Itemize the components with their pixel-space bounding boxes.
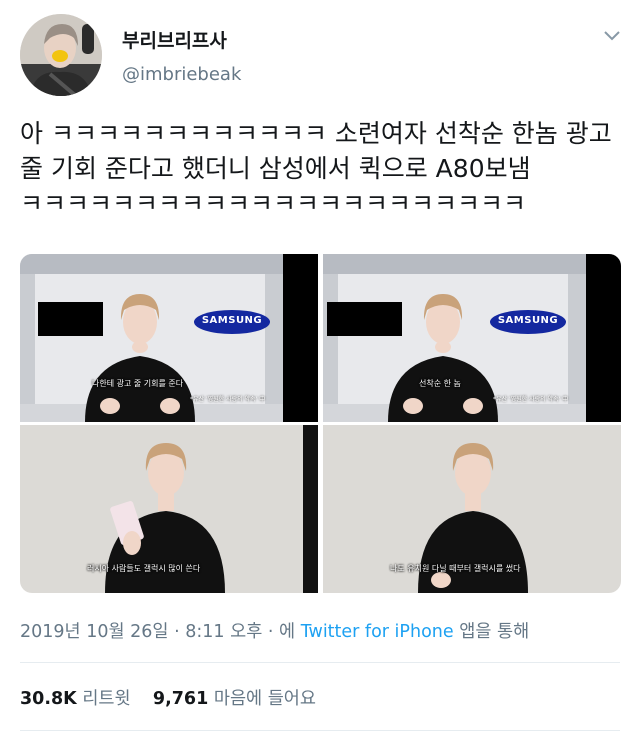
via-suffix: 앱을 통해 [459,622,530,642]
tweet-stats: 30.8K 리트윗 9,761 마음에 들어요 [20,685,316,710]
retweet-count: 30.8K [20,689,77,709]
user-handle[interactable]: @imbriebeak [122,64,241,85]
meta-separator: · [174,622,180,642]
samsung-logo: SAMSUNG [201,315,263,326]
tweet-date[interactable]: 2019년 10월 26일 [20,622,169,642]
retweet-count-link[interactable]: 30.8K 리트윗 [20,689,131,709]
source-app-link[interactable]: Twitter for iPhone [301,622,454,642]
divider [20,730,620,731]
tweet-time[interactable]: 8:11 오후 [185,622,262,642]
media-subtitle: 나한테 광고 줄 기회를 준다 [92,379,184,388]
chevron-down-icon[interactable] [602,28,622,42]
media-image-4[interactable]: 나도 유치원 다닐 때부터 갤럭시를 썼다 [323,425,621,593]
media-subtitle: 선착순 한 놈 [419,379,461,388]
display-name[interactable]: 부리브리프사 [122,26,227,53]
media-image-1[interactable]: SAMSUNG 나한테 광고 줄 기회를 준다 *유산 '영원한 사랑의 약속'… [20,254,318,422]
divider [20,662,620,663]
samsung-logo: SAMSUNG [497,315,559,326]
tweet-meta: 2019년 10월 26일 · 8:11 오후 · 에 Twitter for … [20,618,529,643]
via-prefix: 에 [279,622,296,642]
media-subtitle: 러시아 사람들도 갤럭시 많이 쓴다 [87,564,201,573]
media-source-caption: *유산 '영원한 사랑의 약속' 中 [190,396,266,403]
tweet-text: 아 ㅋㅋㅋㅋㅋㅋㅋㅋㅋㅋㅋㅋ 소련여자 선착순 한놈 광고 줄 기회 준다고 했… [20,119,612,218]
media-subtitle: 나도 유치원 다닐 때부터 갤럭시를 썼다 [390,564,521,573]
media-image-2[interactable]: SAMSUNG 선착순 한 놈 *유산 '영원한 사랑의 약속' 中 [323,254,621,422]
like-count: 9,761 [152,689,209,709]
media-source-caption: *유산 '영원한 사랑의 약속' 中 [493,396,569,403]
like-count-link[interactable]: 9,761 마음에 들어요 [153,689,316,709]
like-label: 마음에 들어요 [213,689,317,709]
meta-separator: · [267,622,274,642]
avatar[interactable] [20,14,102,96]
media-image-3[interactable]: 러시아 사람들도 갤럭시 많이 쓴다 [20,425,318,593]
profile-photo-icon [20,14,102,96]
media-grid[interactable]: SAMSUNG 나한테 광고 줄 기회를 준다 *유산 '영원한 사랑의 약속'… [20,254,621,593]
retweet-label: 리트윗 [82,689,131,709]
